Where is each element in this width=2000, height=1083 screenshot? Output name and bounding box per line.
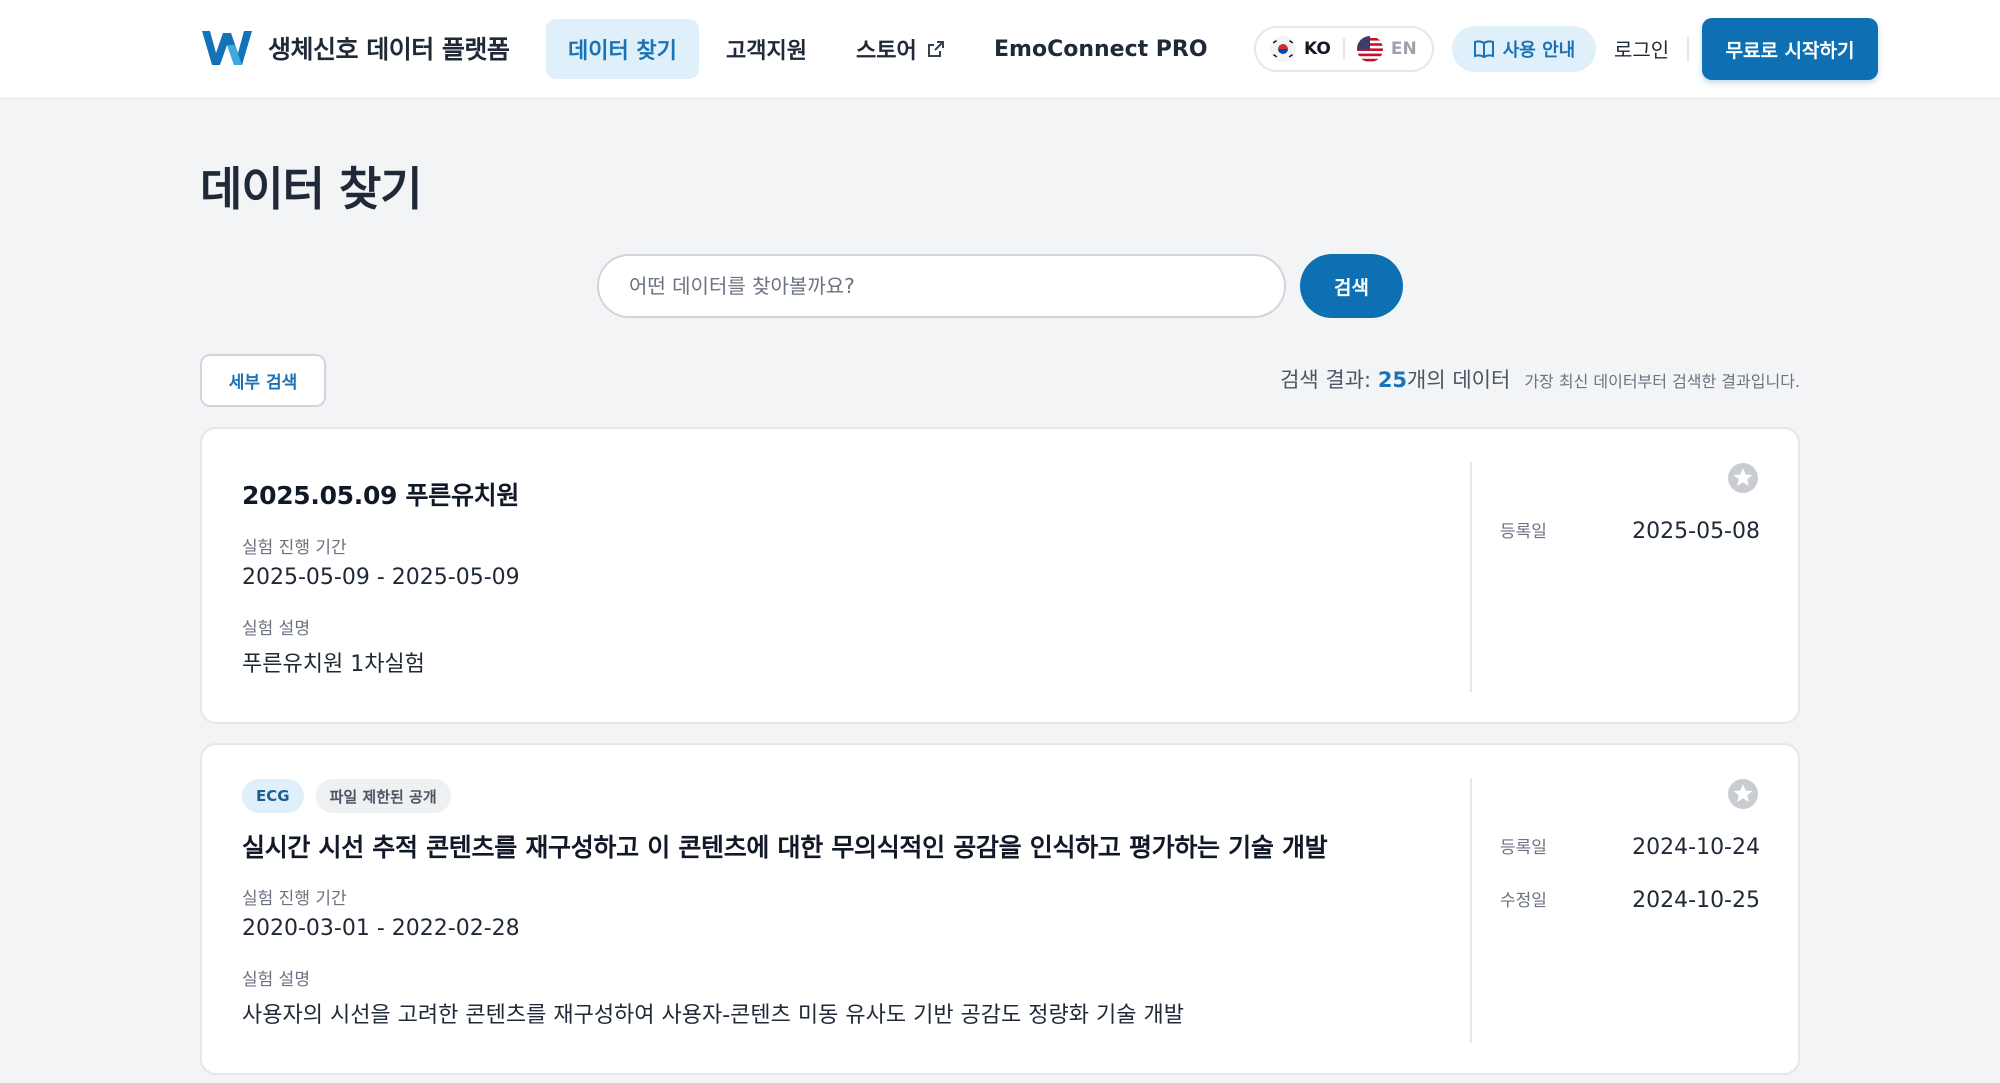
search-input[interactable]: [629, 274, 1254, 298]
search-box: [597, 254, 1286, 318]
logo-icon: [202, 31, 252, 65]
advanced-search-label: 세부 검색: [228, 373, 298, 393]
nav-support[interactable]: 고객지원: [726, 19, 807, 79]
start-free-button[interactable]: 무료로 시작하기: [1702, 18, 1878, 80]
bookmark-star-icon[interactable]: [1728, 779, 1758, 809]
nav-find-data-label: 데이터 찾기: [568, 39, 677, 64]
user-guide-label: 사용 안내: [1502, 40, 1576, 61]
badge-row: ECG 파일 제한된 공개: [242, 779, 463, 813]
us-flag-icon: [1356, 36, 1383, 62]
badge-ecg: ECG: [242, 779, 304, 813]
result-prefix: 검색 결과:: [1280, 368, 1378, 392]
modified-label: 수정일: [1500, 891, 1547, 911]
description-value: 사용자의 시선을 고려한 콘텐츠를 재구성하여 사용자-콘텐츠 미동 유사도 기…: [242, 1003, 1184, 1028]
lang-divider: [1342, 38, 1345, 60]
dataset-card[interactable]: ECG 파일 제한된 공개 실시간 시선 추적 콘텐츠를 재구성하고 이 콘텐츠…: [200, 743, 1800, 1075]
dataset-title[interactable]: 2025.05.09 푸른유치원: [242, 476, 519, 512]
page-title: 데이터 찾기: [200, 162, 423, 216]
result-suffix: 개의 데이터: [1407, 368, 1511, 392]
start-free-label: 무료로 시작하기: [1725, 39, 1855, 62]
registered-label: 등록일: [1500, 522, 1547, 542]
description-value: 푸른유치원 1차실험: [242, 652, 425, 677]
bookmark-star-icon[interactable]: [1728, 463, 1758, 493]
result-count: 25: [1377, 368, 1408, 392]
header-divider: [1687, 36, 1689, 62]
logo-text: 생체신호 데이터 플랫폼: [268, 35, 510, 64]
advanced-search-button[interactable]: 세부 검색: [200, 354, 326, 407]
search-button-label: 검색: [1334, 276, 1369, 299]
card-divider: [1470, 778, 1472, 1043]
description-label: 실험 설명: [242, 970, 310, 990]
lang-option-ko[interactable]: KO: [1270, 36, 1331, 62]
period-value: 2025-05-09 - 2025-05-09: [242, 565, 520, 590]
dataset-card[interactable]: 2025.05.09 푸른유치원 실험 진행 기간 2025-05-09 - 2…: [200, 427, 1800, 724]
nav-store[interactable]: 스토어: [856, 19, 945, 79]
search-button[interactable]: 검색: [1300, 254, 1403, 318]
user-guide-button[interactable]: 사용 안내: [1452, 26, 1596, 72]
lang-en-label: EN: [1390, 39, 1417, 59]
search-result-info: 검색 결과: 25개의 데이터 가장 최신 데이터부터 검색한 결과입니다.: [1280, 364, 1800, 394]
korea-flag-icon: [1270, 36, 1296, 62]
period-value: 2020-03-01 - 2022-02-28: [242, 916, 520, 941]
logo[interactable]: 생체신호 데이터 플랫폼: [200, 27, 510, 69]
login-link[interactable]: 로그인: [1614, 34, 1669, 63]
language-switch: KO EN: [1254, 26, 1434, 72]
registered-label: 등록일: [1500, 838, 1547, 858]
registered-date: 2024-10-24: [1632, 835, 1760, 860]
period-label: 실험 진행 기간: [242, 538, 347, 558]
badge-restricted-access: 파일 제한된 공개: [315, 779, 451, 813]
nav-support-label: 고객지원: [726, 39, 807, 64]
period-label: 실험 진행 기간: [242, 889, 347, 909]
modified-date: 2024-10-25: [1632, 888, 1760, 913]
top-header: 생체신호 데이터 플랫폼 데이터 찾기 고객지원 스토어 EmoConnect …: [0, 0, 2000, 99]
description-label: 실험 설명: [242, 619, 310, 639]
lang-option-en[interactable]: EN: [1356, 36, 1417, 62]
card-divider: [1470, 462, 1472, 692]
external-link-icon: [927, 41, 944, 57]
nav-store-label: 스토어: [856, 39, 917, 64]
book-icon: [1473, 40, 1494, 59]
nav-emoconnect-pro-label: EmoConnect PRO: [994, 36, 1208, 62]
result-summary: 검색 결과: 25개의 데이터: [1280, 364, 1510, 394]
nav-emoconnect-pro[interactable]: EmoConnect PRO: [994, 19, 1208, 79]
result-note: 가장 최신 데이터부터 검색한 결과입니다.: [1524, 372, 1800, 391]
lang-ko-label: KO: [1304, 39, 1331, 59]
dataset-title[interactable]: 실시간 시선 추적 콘텐츠를 재구성하고 이 콘텐츠에 대한 무의식적인 공감을…: [242, 828, 1328, 864]
nav-find-data[interactable]: 데이터 찾기: [546, 19, 699, 79]
registered-date: 2025-05-08: [1632, 519, 1760, 544]
